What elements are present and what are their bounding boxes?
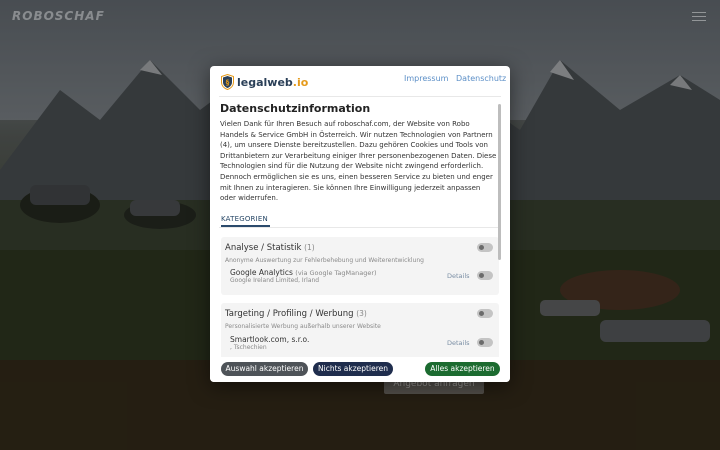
legalweb-logo: § legalweb.io [221, 74, 308, 90]
menu-icon[interactable] [692, 12, 706, 22]
service-toggle[interactable] [477, 271, 493, 280]
details-link[interactable]: Details [447, 339, 470, 347]
category-analytics: Analyse / Statistik (1) Anonyme Auswertu… [221, 237, 499, 295]
dialog-header: § legalweb.io Impressum Datenschutz [210, 66, 510, 96]
svg-text:§: § [226, 79, 230, 87]
category-toggle[interactable] [477, 243, 493, 252]
datenschutz-link[interactable]: Datenschutz [456, 74, 506, 83]
service-provider: Google Ireland Limited, Irland [230, 277, 320, 284]
dialog-title: Datenschutzinformation [220, 102, 371, 115]
category-description: Anonyme Auswertung zur Fehlerbehebung un… [225, 257, 424, 264]
tab-divider [219, 227, 499, 228]
service-provider: , Tschechien [230, 344, 267, 351]
category-targeting: Targeting / Profiling / Werbung (3) Pers… [221, 303, 499, 363]
category-description: Personalisierte Werbung außerhalb unsere… [225, 323, 381, 330]
category-title: Targeting / Profiling / Werbung (3) [225, 309, 367, 319]
scrollbar[interactable] [498, 104, 501, 260]
logo-text: legalweb.io [237, 75, 309, 89]
tab-categories[interactable]: KATEGORIEN [221, 215, 268, 223]
category-title: Analyse / Statistik (1) [225, 243, 315, 253]
service-name: Google Analytics (via Google TagManager) [230, 268, 377, 277]
service-toggle[interactable] [477, 338, 493, 347]
category-toggle[interactable] [477, 309, 493, 318]
impressum-link[interactable]: Impressum [404, 74, 448, 83]
accept-nothing-button[interactable]: Nichts akzeptieren [313, 362, 393, 376]
details-link[interactable]: Details [447, 272, 470, 280]
intro-text: Vielen Dank für Ihren Besuch auf robosch… [220, 120, 497, 203]
accept-selection-button[interactable]: Auswahl akzeptieren [221, 362, 308, 376]
accept-all-button[interactable]: Alles akzeptieren [425, 362, 500, 376]
consent-dialog: § legalweb.io Impressum Datenschutz Date… [210, 66, 510, 382]
dialog-footer: Auswahl akzeptieren Nichts akzeptieren A… [210, 357, 510, 382]
service-name: Smartlook.com, s.r.o. [230, 335, 310, 344]
shield-icon: § [221, 74, 234, 90]
dialog-scroll-area[interactable]: Datenschutzinformation Vielen Dank für I… [210, 97, 510, 363]
brand-logo[interactable]: ROBOSCHAF [12, 9, 105, 23]
